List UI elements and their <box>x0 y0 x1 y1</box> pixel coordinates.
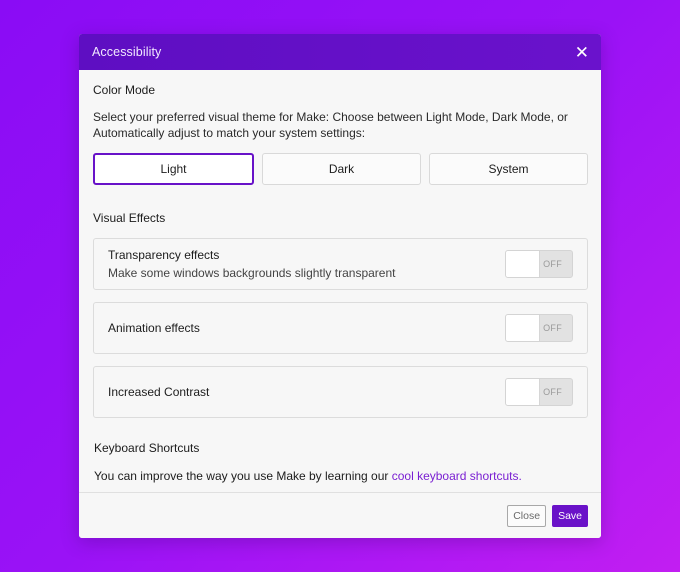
dialog-title: Accessibility <box>92 45 162 59</box>
dark-mode-button[interactable]: Dark <box>262 153 421 185</box>
keyboard-shortcuts-text: You can improve the way you use Make by … <box>94 469 588 483</box>
increased-contrast-label: Increased Contrast <box>108 385 210 399</box>
color-mode-options: Light Dark System <box>93 153 588 185</box>
light-mode-button[interactable]: Light <box>93 153 254 185</box>
transparency-effects-label: Transparency effects <box>108 248 220 262</box>
toggle-state-label: OFF <box>543 259 562 269</box>
dialog-header: Accessibility ✕ <box>79 34 601 70</box>
transparency-effects-toggle[interactable]: OFF <box>505 250 573 278</box>
keyboard-shortcuts-intro: You can improve the way you use Make by … <box>94 469 392 483</box>
increased-contrast-card: Increased Contrast OFF <box>93 366 588 418</box>
close-icon[interactable]: ✕ <box>575 44 589 61</box>
toggle-knob <box>506 379 540 405</box>
color-mode-title: Color Mode <box>93 83 156 97</box>
accessibility-dialog: Accessibility ✕ Color Mode Select your p… <box>79 34 601 538</box>
animation-effects-card: Animation effects OFF <box>93 302 588 354</box>
animation-effects-toggle[interactable]: OFF <box>505 314 573 342</box>
dialog-body: Color Mode Select your preferred visual … <box>79 70 601 483</box>
increased-contrast-toggle[interactable]: OFF <box>505 378 573 406</box>
color-mode-description: Select your preferred visual theme for M… <box>93 110 568 140</box>
toggle-knob <box>506 315 540 341</box>
close-button[interactable]: Close <box>507 504 547 527</box>
transparency-effects-sublabel: Make some windows backgrounds slightly t… <box>108 266 396 280</box>
animation-effects-label: Animation effects <box>108 321 200 335</box>
toggle-state-label: OFF <box>543 387 562 397</box>
keyboard-shortcuts-link[interactable]: cool keyboard shortcuts. <box>392 469 522 483</box>
toggle-state-label: OFF <box>543 323 562 333</box>
dialog-footer: Close Save <box>79 492 601 538</box>
toggle-knob <box>506 251 540 277</box>
visual-effects-title: Visual Effects <box>93 211 166 225</box>
keyboard-shortcuts-title: Keyboard Shortcuts <box>94 441 200 455</box>
system-mode-button[interactable]: System <box>429 153 588 185</box>
save-button[interactable]: Save <box>552 504 588 527</box>
transparency-effects-text: Transparency effects Make some windows b… <box>108 248 395 280</box>
transparency-effects-card: Transparency effects Make some windows b… <box>93 238 588 290</box>
